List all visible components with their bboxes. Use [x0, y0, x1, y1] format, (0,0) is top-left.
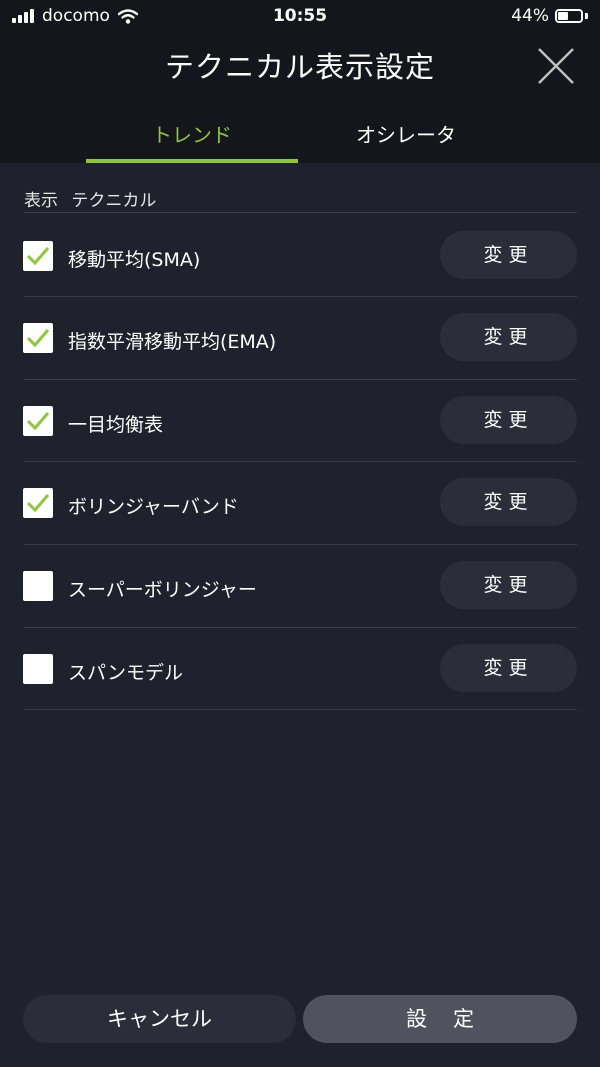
check-icon — [26, 494, 50, 513]
item-label: 指数平滑移動平均(EMA) — [68, 331, 277, 353]
item-label: スーパーボリンジャー — [68, 579, 257, 601]
change-button-span-model[interactable]: 変更 — [440, 644, 577, 692]
tab-oscillator[interactable]: オシレータ — [300, 110, 512, 163]
divider — [24, 212, 577, 213]
list-header: 表示 テクニカル — [24, 186, 164, 211]
list-item: 移動平均(SMA) 変更 — [0, 214, 600, 296]
status-time: 10:55 — [272, 6, 328, 26]
battery-percent: 44% — [511, 6, 549, 26]
battery-tip — [585, 13, 588, 19]
item-label: 一目均衡表 — [68, 414, 164, 436]
list-item: スパンモデル 変更 — [0, 628, 600, 710]
status-bar: docomo 10:55 44% — [0, 0, 600, 34]
check-icon — [26, 412, 50, 431]
list-item: ボリンジャーバンド 変更 — [0, 462, 600, 544]
top-bar: docomo 10:55 44% テクニカル表示設定 トレンド オシレータ — [0, 0, 600, 163]
check-icon — [26, 329, 50, 348]
page-title: テクニカル表示設定 — [164, 50, 435, 84]
tab-bar: トレンド オシレータ — [0, 110, 600, 163]
column-technical: テクニカル — [71, 191, 157, 211]
tab-trend[interactable]: トレンド — [86, 110, 298, 163]
set-button[interactable]: 設定 — [303, 995, 577, 1043]
checkbox-super-bollinger[interactable] — [23, 571, 53, 601]
checkbox-span-model[interactable] — [23, 654, 53, 684]
list-item: スーパーボリンジャー 変更 — [0, 545, 600, 627]
checkbox-ema[interactable] — [23, 323, 53, 353]
checkbox-ichimoku[interactable] — [23, 406, 53, 436]
list-item: 指数平滑移動平均(EMA) 変更 — [0, 297, 600, 379]
column-display: 表示 — [24, 191, 58, 211]
change-button-ichimoku[interactable]: 変更 — [440, 396, 577, 444]
checkbox-bollinger[interactable] — [23, 488, 53, 518]
check-icon — [26, 247, 50, 266]
cancel-button[interactable]: キャンセル — [23, 995, 296, 1043]
item-label: 移動平均(SMA) — [68, 249, 201, 271]
list-item: 一目均衡表 変更 — [0, 380, 600, 462]
change-button-bollinger[interactable]: 変更 — [440, 478, 577, 526]
close-button[interactable] — [534, 44, 578, 88]
battery-info: 44% — [511, 6, 588, 26]
change-button-sma[interactable]: 変更 — [440, 231, 577, 279]
battery-icon — [555, 9, 583, 23]
item-label: ボリンジャーバンド — [68, 496, 239, 518]
change-button-ema[interactable]: 変更 — [440, 313, 577, 361]
close-icon — [538, 48, 574, 84]
change-button-super-bollinger[interactable]: 変更 — [440, 561, 577, 609]
item-label: スパンモデル — [68, 662, 183, 684]
checkbox-sma[interactable] — [23, 241, 53, 271]
divider — [24, 709, 577, 710]
